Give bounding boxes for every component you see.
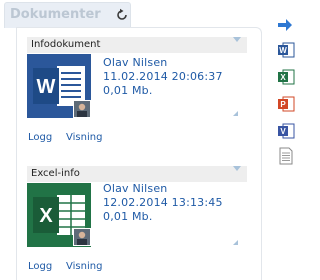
text-file-icon[interactable] <box>277 147 295 165</box>
arrow-right-icon[interactable] <box>276 16 294 34</box>
card-title: Excel-info <box>31 168 80 179</box>
tab-title: Dokumenter <box>10 7 101 22</box>
refresh-icon[interactable] <box>115 8 129 22</box>
svg-text:V: V <box>280 127 286 136</box>
excel-icon[interactable]: X <box>277 68 295 86</box>
svg-text:X: X <box>280 73 286 82</box>
collapse-arrow-icon[interactable] <box>233 166 241 171</box>
file-size: 0,01 Mb. <box>103 210 153 223</box>
card-header: Excel-info <box>27 166 247 182</box>
author-name: Olav Nilsen <box>103 182 168 195</box>
svg-text:W: W <box>279 46 287 55</box>
file-size: 0,01 Mb. <box>103 84 153 97</box>
author-name: Olav Nilsen <box>103 56 168 69</box>
resize-handle-icon <box>233 111 238 116</box>
view-link[interactable]: Visning <box>66 132 102 143</box>
log-link[interactable]: Logg <box>28 261 52 272</box>
avatar <box>73 228 91 246</box>
resize-handle-icon <box>233 240 238 245</box>
visio-icon[interactable]: V <box>277 122 295 140</box>
powerpoint-icon[interactable]: P <box>277 95 295 113</box>
modified-datetime: 11.02.2014 20:06:37 <box>103 70 223 83</box>
view-link[interactable]: Visning <box>66 261 102 272</box>
avatar <box>73 100 91 118</box>
card-header: Infodokument <box>27 37 247 53</box>
svg-text:W: W <box>37 76 56 98</box>
log-link[interactable]: Logg <box>28 132 52 143</box>
svg-text:P: P <box>280 100 286 109</box>
word-icon[interactable]: W <box>277 41 295 59</box>
card-title: Infodokument <box>31 39 101 50</box>
svg-text:X: X <box>39 205 53 227</box>
collapse-arrow-icon[interactable] <box>233 37 241 42</box>
documents-tab[interactable]: Dokumenter <box>4 2 131 28</box>
modified-datetime: 12.02.2014 13:13:45 <box>103 196 223 209</box>
